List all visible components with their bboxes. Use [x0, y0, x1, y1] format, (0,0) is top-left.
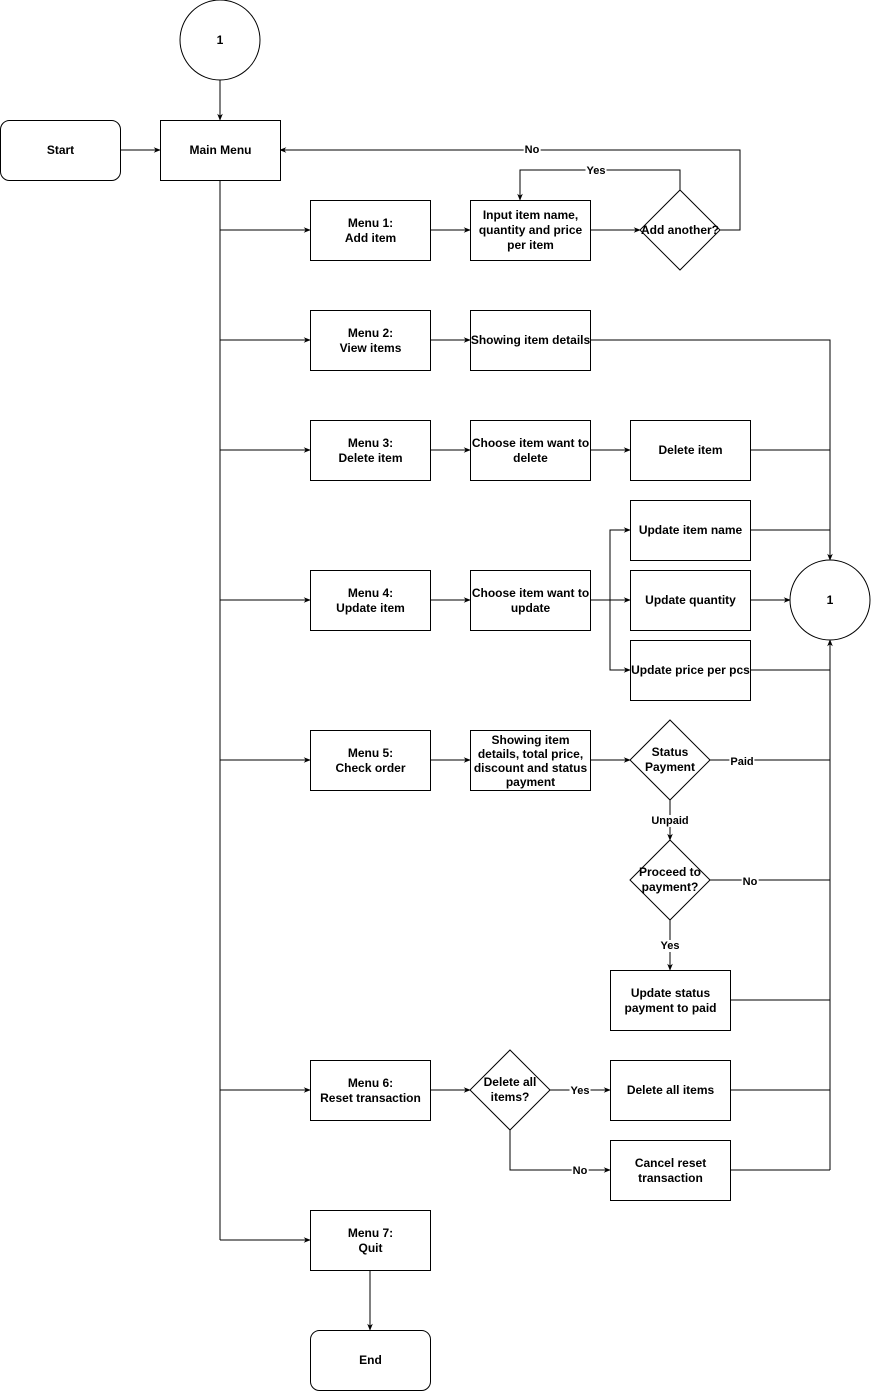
menu7-node[interactable]: Menu 7: Quit [310, 1210, 431, 1271]
proceed-payment-decision[interactable]: Proceed to payment? [625, 840, 715, 920]
show-details-node[interactable]: Showing item details [466, 310, 595, 371]
menu5-node[interactable]: Menu 5: Check order [310, 730, 431, 791]
update-price-node[interactable]: Update price per pcs [626, 640, 755, 701]
delete-all-decision[interactable]: Delete all items? [470, 1050, 550, 1130]
start-node[interactable]: Start [0, 120, 121, 181]
edge-choose-to-name [609, 527, 631, 600]
update-status-node[interactable]: Update status payment to paid [610, 970, 731, 1031]
end-node[interactable]: End [310, 1330, 431, 1391]
update-name-node[interactable]: Update item name [630, 500, 751, 561]
show-order-node[interactable]: Showing item details, total price, disco… [466, 730, 595, 791]
delete-item-node[interactable]: Delete item [630, 420, 751, 481]
cancel-reset-node[interactable]: Cancel reset transaction [610, 1140, 731, 1201]
update-quantity-node[interactable]: Update quantity [630, 570, 751, 631]
menu6-node[interactable]: Menu 6: Reset transaction [310, 1060, 431, 1121]
connector-right[interactable]: 1 [790, 560, 870, 640]
menu3-node[interactable]: Menu 3: Delete item [310, 420, 431, 481]
input-item-node[interactable]: Input item name, quantity and price per … [470, 200, 591, 261]
edge-label-proceed-yes: Yes [659, 940, 681, 952]
choose-delete-node[interactable]: Choose item want to delete [466, 420, 595, 481]
connector-top[interactable]: 1 [180, 0, 260, 80]
menu2-node[interactable]: Menu 2: View items [310, 310, 431, 371]
edge-label-delete-all-no: No [571, 1165, 589, 1177]
status-payment-decision[interactable]: Status Payment [630, 720, 710, 800]
edge-label-proceed-no: No [741, 876, 759, 888]
edge-label-add-another-no: No [523, 144, 541, 156]
menu4-node[interactable]: Menu 4: Update item [310, 570, 431, 631]
edge-label-add-another-yes: Yes [585, 165, 607, 177]
add-another-decision[interactable]: Add another? [630, 190, 730, 270]
menu1-node[interactable]: Menu 1: Add item [310, 200, 431, 261]
edge-label-status-unpaid: Unpaid [650, 815, 690, 827]
edge-label-status-paid: Paid [729, 756, 755, 768]
edge-label-delete-all-yes: Yes [569, 1085, 591, 1097]
edge-delete-all-no [509, 1130, 611, 1173]
main-menu-node[interactable]: Main Menu [160, 120, 281, 181]
choose-update-node[interactable]: Choose item want to update [466, 570, 595, 631]
delete-all-node[interactable]: Delete all items [610, 1060, 731, 1121]
